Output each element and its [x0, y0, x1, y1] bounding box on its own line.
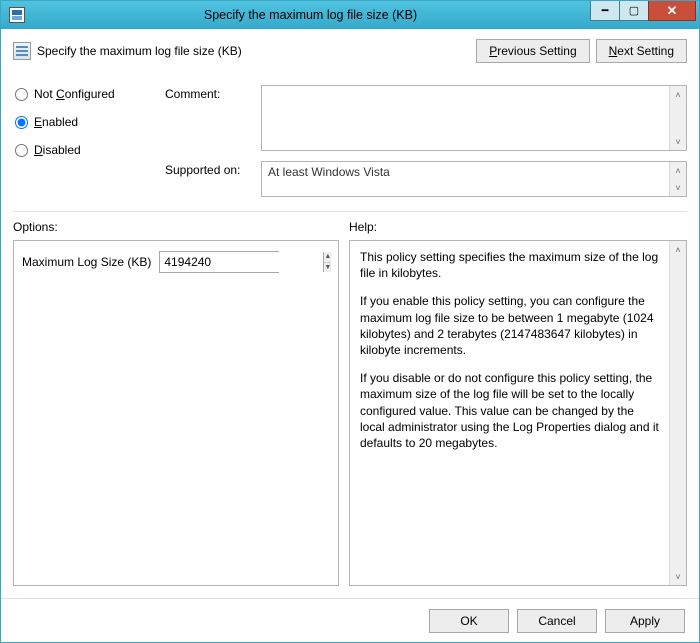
radio-disabled[interactable]: Disabled	[13, 143, 165, 157]
spinner-up-icon[interactable]: ▲	[324, 252, 331, 263]
radio-not-configured[interactable]: Not Configured	[13, 87, 165, 101]
ok-button[interactable]: OK	[429, 609, 509, 633]
app-icon	[9, 7, 25, 23]
chevron-up-icon[interactable]: ˄	[670, 241, 686, 258]
comment-field[interactable]	[262, 86, 668, 150]
maxlog-spinner[interactable]: ▲ ▼	[159, 251, 279, 273]
right-column: Comment: ˄ ˅ Supported on: At least Wind…	[165, 85, 687, 197]
title-bar: Specify the maximum log file size (KB) ━…	[1, 1, 699, 29]
state-radios: Not Configured Enabled Disabled	[13, 85, 165, 197]
minimize-button[interactable]: ━	[590, 1, 620, 21]
section-labels: Options: Help:	[13, 218, 687, 240]
policy-heading: Specify the maximum log file size (KB)	[37, 44, 242, 58]
radio-disabled-input[interactable]	[15, 144, 28, 157]
chevron-down-icon[interactable]: ˅	[670, 568, 686, 585]
chevron-up-icon[interactable]: ˄	[670, 162, 686, 179]
next-setting-button[interactable]: Next Setting	[596, 39, 687, 63]
option-label: Maximum Log Size (KB)	[22, 255, 151, 269]
previous-setting-button[interactable]: Previous Setting	[476, 39, 589, 63]
radio-enabled-input[interactable]	[15, 116, 28, 129]
help-p1: This policy setting specifies the maximu…	[360, 249, 659, 281]
chevron-down-icon[interactable]: ˅	[670, 133, 686, 150]
supported-label: Supported on:	[165, 161, 261, 177]
comment-scrollbar[interactable]: ˄ ˅	[669, 86, 686, 150]
apply-button[interactable]: Apply	[605, 609, 685, 633]
state-row: Not Configured Enabled Disabled Comment:…	[13, 85, 687, 197]
supported-on-value: At least Windows Vista	[262, 162, 686, 196]
policy-icon	[13, 42, 31, 60]
radio-enabled[interactable]: Enabled	[13, 115, 165, 129]
content-area: Specify the maximum log file size (KB) P…	[1, 29, 699, 642]
window-controls: ━ ▢ ✕	[590, 1, 695, 29]
chevron-up-icon[interactable]: ˄	[670, 86, 686, 103]
window-title: Specify the maximum log file size (KB)	[31, 8, 590, 22]
help-scrollbar[interactable]: ˄ ˅	[669, 241, 686, 585]
help-text: This policy setting specifies the maximu…	[350, 241, 669, 585]
comment-label: Comment:	[165, 85, 261, 101]
spinner-down-icon[interactable]: ▼	[324, 263, 331, 273]
options-label: Options:	[13, 218, 349, 240]
spinner-buttons: ▲ ▼	[323, 252, 331, 272]
footer: OK Cancel Apply	[1, 598, 699, 642]
options-panel: Maximum Log Size (KB) ▲ ▼	[13, 240, 339, 586]
help-p3: If you disable or do not configure this …	[360, 370, 659, 451]
chevron-down-icon[interactable]: ˅	[670, 179, 686, 196]
cancel-button[interactable]: Cancel	[517, 609, 597, 633]
supported-scrollbar[interactable]: ˄ ˅	[669, 162, 686, 196]
header-row: Specify the maximum log file size (KB) P…	[13, 39, 687, 63]
maxlog-input[interactable]	[160, 252, 323, 272]
help-panel: This policy setting specifies the maximu…	[349, 240, 687, 586]
help-label: Help:	[349, 218, 377, 240]
lower-panels: Maximum Log Size (KB) ▲ ▼ This policy se…	[13, 240, 687, 586]
divider	[13, 211, 687, 212]
radio-not-configured-input[interactable]	[15, 88, 28, 101]
help-p2: If you enable this policy setting, you c…	[360, 293, 659, 358]
supported-on-field: At least Windows Vista ˄ ˅	[261, 161, 687, 197]
maximize-button[interactable]: ▢	[619, 1, 649, 21]
comment-field-container: ˄ ˅	[261, 85, 687, 151]
close-button[interactable]: ✕	[648, 1, 696, 21]
